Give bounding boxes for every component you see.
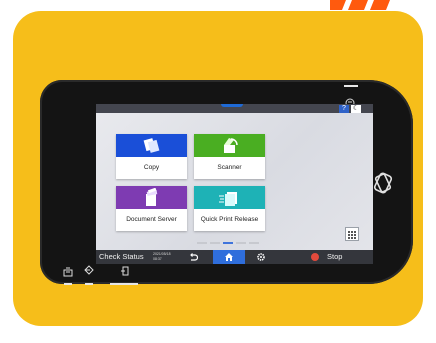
check-status-button[interactable]: Check Status	[99, 250, 144, 264]
page-dot[interactable]	[236, 242, 246, 244]
app-scanner-label: Scanner	[217, 164, 242, 171]
scanner-icon	[224, 138, 238, 153]
home-icon	[225, 253, 233, 261]
help-button[interactable]: ?	[339, 105, 349, 113]
bottom-bar: Check Status 2021/05/18 08:37 Stop	[96, 250, 373, 264]
stop-label: Stop	[327, 252, 343, 261]
app-quick-print-release-header	[194, 186, 265, 209]
gear-icon[interactable]	[256, 252, 266, 262]
page-dot[interactable]	[210, 242, 220, 244]
document-server-icon	[146, 188, 158, 206]
logout-icon[interactable]	[120, 266, 130, 276]
time-text: 08:37	[153, 256, 162, 261]
grid-icon	[348, 231, 356, 239]
app-copy-header	[116, 134, 187, 157]
status-bar: ? ☾	[96, 104, 373, 113]
stop-icon	[311, 253, 319, 261]
page-dot-active[interactable]	[223, 242, 233, 244]
app-document-server-header	[116, 186, 187, 209]
app-quick-print-release[interactable]: Quick Print Release	[194, 186, 265, 231]
job-log-led	[64, 283, 72, 285]
date-text: 2021/05/18	[153, 252, 171, 256]
date-time: 2021/05/18 08:37	[153, 252, 171, 261]
app-quick-print-release-label: Quick Print Release	[200, 216, 259, 223]
app-document-server[interactable]: Document Server	[116, 186, 187, 231]
app-scanner[interactable]: Scanner	[194, 134, 265, 179]
energy-saver-button[interactable]: ☾	[351, 105, 361, 113]
touch-screen: ? ☾ Copy Scanner Document Server Quick P…	[96, 104, 373, 264]
page-dot[interactable]	[197, 242, 207, 244]
data-in-led	[110, 283, 138, 285]
decorative-stripes	[330, 0, 390, 10]
app-copy-label: Copy	[143, 164, 160, 171]
job-log-icon[interactable]	[63, 267, 73, 277]
pull-down-handle[interactable]	[221, 104, 243, 107]
nfc-icon	[373, 172, 393, 194]
copy-icon	[143, 138, 160, 153]
app-copy[interactable]: Copy	[116, 134, 187, 179]
app-document-server-label: Document Server	[126, 216, 177, 223]
home-button[interactable]	[213, 250, 245, 264]
login-icon[interactable]	[84, 265, 94, 275]
quick-print-release-icon	[219, 192, 237, 206]
power-indicator	[344, 85, 358, 87]
page-dot[interactable]	[249, 242, 259, 244]
stop-button[interactable]: Stop	[307, 250, 373, 264]
app-scanner-header	[194, 134, 265, 157]
back-icon[interactable]	[188, 252, 198, 262]
app-list-button[interactable]	[345, 227, 359, 241]
login-led	[85, 283, 93, 285]
